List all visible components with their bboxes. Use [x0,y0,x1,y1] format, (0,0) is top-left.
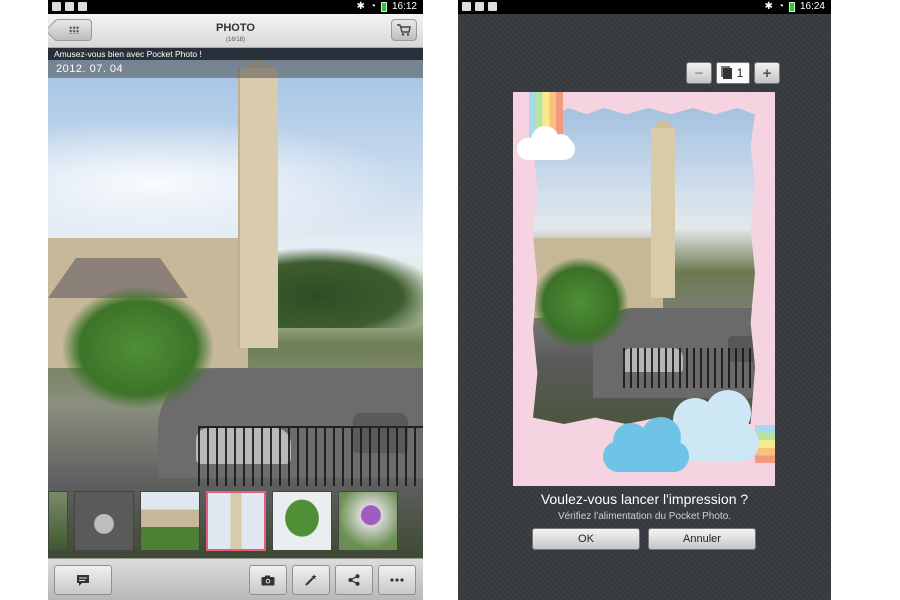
system-icons: ✱ ◔ 16:24 [765,1,825,12]
notification-icons [52,2,87,11]
comment-button[interactable] [54,565,112,595]
thumbnail-strip [48,490,423,552]
foreground-tree [533,258,628,348]
thumbnail[interactable] [140,491,200,551]
bluetooth-icon: ✱ [356,1,365,12]
share-icon [348,574,360,586]
effects-button[interactable] [292,565,330,595]
thumbnail[interactable] [48,491,68,551]
copies-icon [722,67,732,79]
news-notification-icon [475,2,484,11]
status-time: 16:24 [799,1,825,12]
magic-wand-icon [305,574,317,586]
print-confirm-screen: ✱ ◔ 16:24 − 1 + Voulez-vous lancer l'imp… [458,0,831,600]
cart-icon [397,24,411,36]
photo-caption: Amusez-vous bien avec Pocket Photo ! [48,48,423,60]
image-notification-icon [52,2,61,11]
bottom-toolbar [48,558,423,600]
status-bar: ✱ ◔ 16:24 [458,0,831,14]
photo-viewer-screen: ✱ ◔ 16:12 PHOTO (16/18) Amusez-vous bien… [48,0,423,600]
bell-tower [651,128,675,298]
page-title: PHOTO [216,22,255,34]
notification-icons [462,2,497,11]
battery-icon [380,1,387,12]
more-button[interactable] [378,565,416,595]
header-bar: PHOTO (16/18) [48,14,423,48]
cart-button[interactable] [391,19,417,41]
thumbnail[interactable] [338,491,398,551]
copies-stepper: − 1 + [686,62,780,84]
thumbnail[interactable] [74,491,134,551]
cancel-button[interactable]: Annuler [648,528,756,550]
bluetooth-icon: ✱ [764,1,773,12]
system-icons: ✱ ◔ 16:12 [357,1,417,12]
check-notification-icon [488,2,497,11]
share-button[interactable] [335,565,373,595]
check-notification-icon [78,2,87,11]
news-notification-icon [65,2,74,11]
sky-clouds [48,108,423,258]
camera-icon [261,575,275,585]
status-bar: ✱ ◔ 16:12 [48,0,423,14]
thumbnail[interactable] [272,491,332,551]
comment-icon [77,575,89,586]
increase-copies-button[interactable]: + [754,62,780,84]
iron-fence [623,348,755,388]
battery-icon [788,1,795,12]
thumbnail-selected[interactable] [206,491,266,551]
camera-button[interactable] [249,565,287,595]
dialog-subtitle: Vérifiez l'alimentation du Pocket Photo. [557,511,732,522]
dialog-title: Voulez-vous lancer l'impression ? [540,491,749,507]
wifi-icon: ◔ [369,1,376,12]
blue-cloud-sticker [603,417,689,472]
iron-fence [198,426,423,486]
foreground-tree [63,288,213,408]
bell-tower [238,68,278,348]
photo-counter: (16/18) [225,37,245,43]
ok-button[interactable]: OK [532,528,640,550]
white-cloud-sticker [517,126,575,160]
copies-count: 1 [736,66,744,80]
main-photo[interactable]: Amusez-vous bien avec Pocket Photo ! 201… [48,48,423,558]
wifi-icon: ◔ [777,1,784,12]
image-notification-icon [462,2,471,11]
print-preview-frame [513,92,775,486]
photo-date: 2012. 07. 04 [48,60,423,78]
status-time: 16:12 [391,1,417,12]
copies-value: 1 [716,62,750,84]
more-icon [390,578,404,582]
decrease-copies-button[interactable]: − [686,62,712,84]
